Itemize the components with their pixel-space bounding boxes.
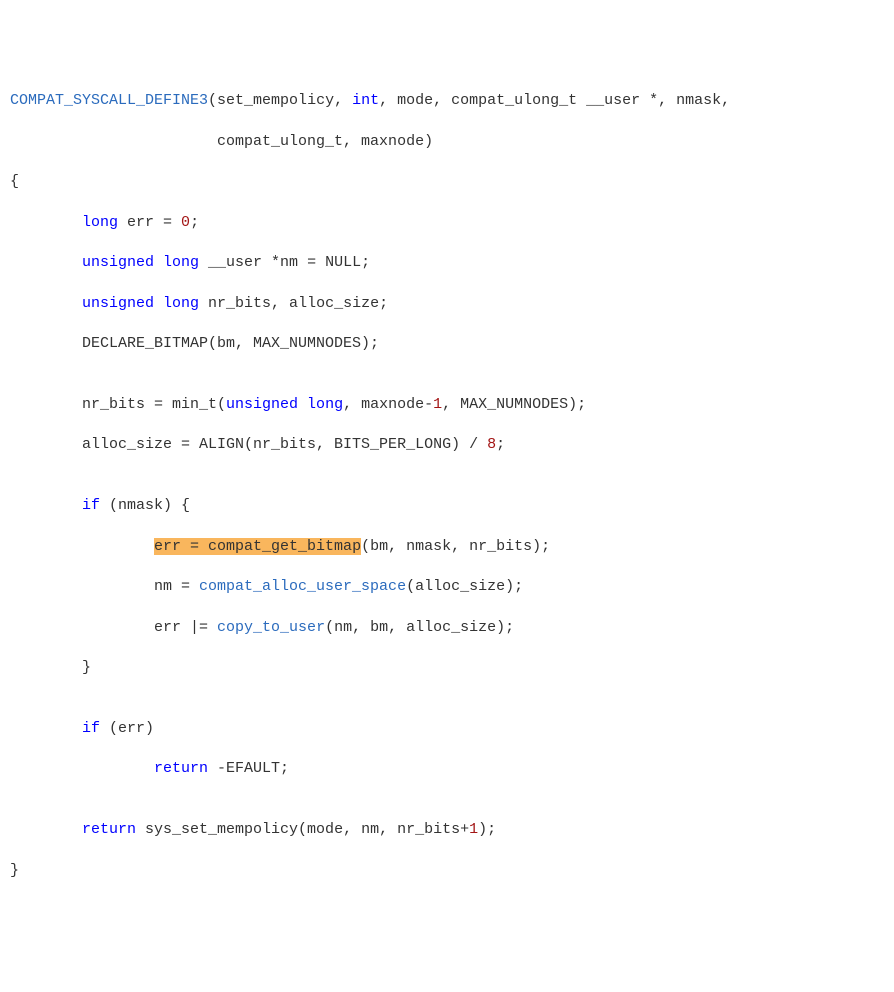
code-line: DECLARE_BITMAP(bm, MAX_NUMNODES);: [10, 334, 884, 354]
function-call: copy_to_user: [217, 619, 325, 636]
code-text: compat_ulong_t, maxnode): [10, 133, 433, 150]
code-text: (alloc_size);: [406, 578, 523, 595]
code-line: unsigned long __user *nm = NULL;: [10, 253, 884, 273]
macro-name: COMPAT_SYSCALL_DEFINE3: [10, 92, 208, 109]
code-line: compat_ulong_t, maxnode): [10, 132, 884, 152]
type-keyword: unsigned long: [82, 254, 199, 271]
code-line: if (err): [10, 719, 884, 739]
indent: [10, 254, 82, 271]
keyword-return: return: [82, 821, 136, 838]
type-keyword: unsigned long: [82, 295, 199, 312]
type-keyword: long: [82, 214, 118, 231]
code-text: }: [10, 659, 91, 676]
code-text: -EFAULT;: [208, 760, 289, 777]
type-keyword: int: [352, 92, 379, 109]
code-text: DECLARE_BITMAP(bm, MAX_NUMNODES);: [10, 335, 379, 352]
code-text: (nmask) {: [100, 497, 190, 514]
code-line: {: [10, 172, 884, 192]
function-call: compat_alloc_user_space: [199, 578, 406, 595]
code-text: );: [478, 821, 496, 838]
code-line: err |= copy_to_user(nm, bm, alloc_size);: [10, 618, 884, 638]
indent: [10, 821, 82, 838]
code-line-highlighted: err = compat_get_bitmap(bm, nmask, nr_bi…: [10, 537, 884, 557]
code-text: alloc_size = ALIGN(nr_bits, BITS_PER_LON…: [10, 436, 487, 453]
code-text: (err): [100, 720, 154, 737]
keyword-if: if: [82, 720, 100, 737]
code-line: alloc_size = ALIGN(nr_bits, BITS_PER_LON…: [10, 435, 884, 455]
code-text: __user *nm = NULL;: [199, 254, 370, 271]
code-line: }: [10, 861, 884, 881]
code-text: (bm, nmask, nr_bits);: [361, 538, 550, 555]
indent: [10, 497, 82, 514]
code-text: , mode, compat_ulong_t __user *, nmask,: [379, 92, 730, 109]
code-text: err |=: [10, 619, 217, 636]
code-text: sys_set_mempolicy(mode, nm, nr_bits+: [136, 821, 469, 838]
indent: [10, 720, 82, 737]
indent: [10, 214, 82, 231]
code-line: nm = compat_alloc_user_space(alloc_size)…: [10, 577, 884, 597]
number-literal: 1: [469, 821, 478, 838]
code-text: ;: [190, 214, 199, 231]
code-text: (set_mempolicy,: [208, 92, 352, 109]
number-literal: 1: [433, 396, 442, 413]
code-text: , maxnode-: [343, 396, 433, 413]
type-keyword: unsigned long: [226, 396, 343, 413]
brace: }: [10, 862, 19, 879]
code-line: long err = 0;: [10, 213, 884, 233]
code-text: nr_bits = min_t(: [10, 396, 226, 413]
indent: [10, 760, 154, 777]
code-line: nr_bits = min_t(unsigned long, maxnode-1…: [10, 395, 884, 415]
code-line: }: [10, 658, 884, 678]
code-line: COMPAT_SYSCALL_DEFINE3(set_mempolicy, in…: [10, 91, 884, 111]
code-text: nr_bits, alloc_size;: [199, 295, 388, 312]
code-text: err =: [118, 214, 181, 231]
keyword-return: return: [154, 760, 208, 777]
code-line: return -EFAULT;: [10, 759, 884, 779]
brace: {: [10, 173, 19, 190]
highlighted-text: err = compat_get_bitmap: [154, 538, 361, 555]
code-line: if (nmask) {: [10, 496, 884, 516]
indent: [10, 295, 82, 312]
code-line: unsigned long nr_bits, alloc_size;: [10, 294, 884, 314]
code-line: return sys_set_mempolicy(mode, nm, nr_bi…: [10, 820, 884, 840]
code-text: , MAX_NUMNODES);: [442, 396, 586, 413]
number-literal: 8: [487, 436, 496, 453]
code-text: ;: [496, 436, 505, 453]
code-text: (nm, bm, alloc_size);: [325, 619, 514, 636]
number-literal: 0: [181, 214, 190, 231]
keyword-if: if: [82, 497, 100, 514]
code-text: nm =: [10, 578, 199, 595]
indent: [10, 538, 154, 555]
